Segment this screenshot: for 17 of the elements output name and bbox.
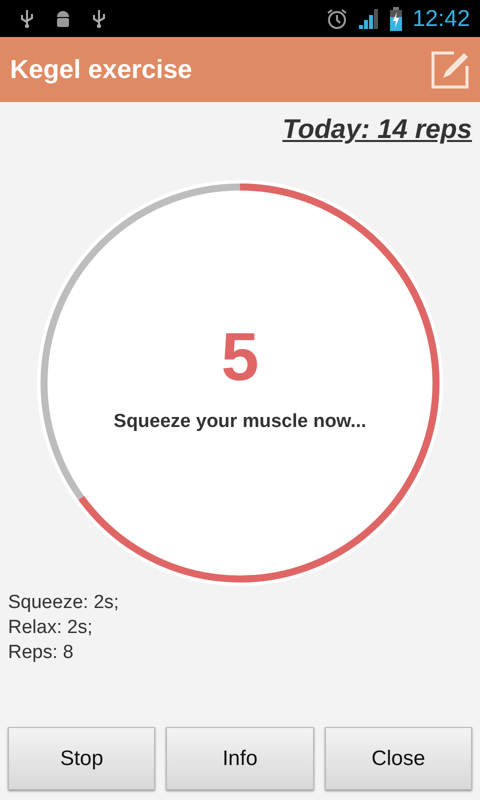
action-button[interactable]: Close bbox=[324, 727, 472, 790]
app-title: Kegel exercise bbox=[10, 54, 192, 85]
action-button[interactable]: Stop bbox=[8, 727, 156, 790]
setting-text: Squeeze: 2s; bbox=[8, 591, 119, 615]
battery-icon bbox=[390, 6, 402, 30]
status-time: 12:42 bbox=[412, 5, 470, 32]
action-button[interactable]: Info bbox=[166, 727, 314, 790]
countdown-number: 5 bbox=[221, 323, 259, 391]
setting-text: Reps: 8 bbox=[8, 641, 74, 665]
instruction-text: Squeeze your muscle now... bbox=[114, 411, 366, 433]
usb-icon bbox=[20, 8, 34, 28]
usb-icon bbox=[92, 8, 106, 28]
signal-icon bbox=[358, 8, 380, 30]
alarm-icon bbox=[326, 8, 348, 30]
today-reps: Today: 14 reps bbox=[282, 114, 472, 145]
edit-icon[interactable] bbox=[430, 50, 470, 90]
setting-text: Relax: 2s; bbox=[8, 616, 92, 640]
